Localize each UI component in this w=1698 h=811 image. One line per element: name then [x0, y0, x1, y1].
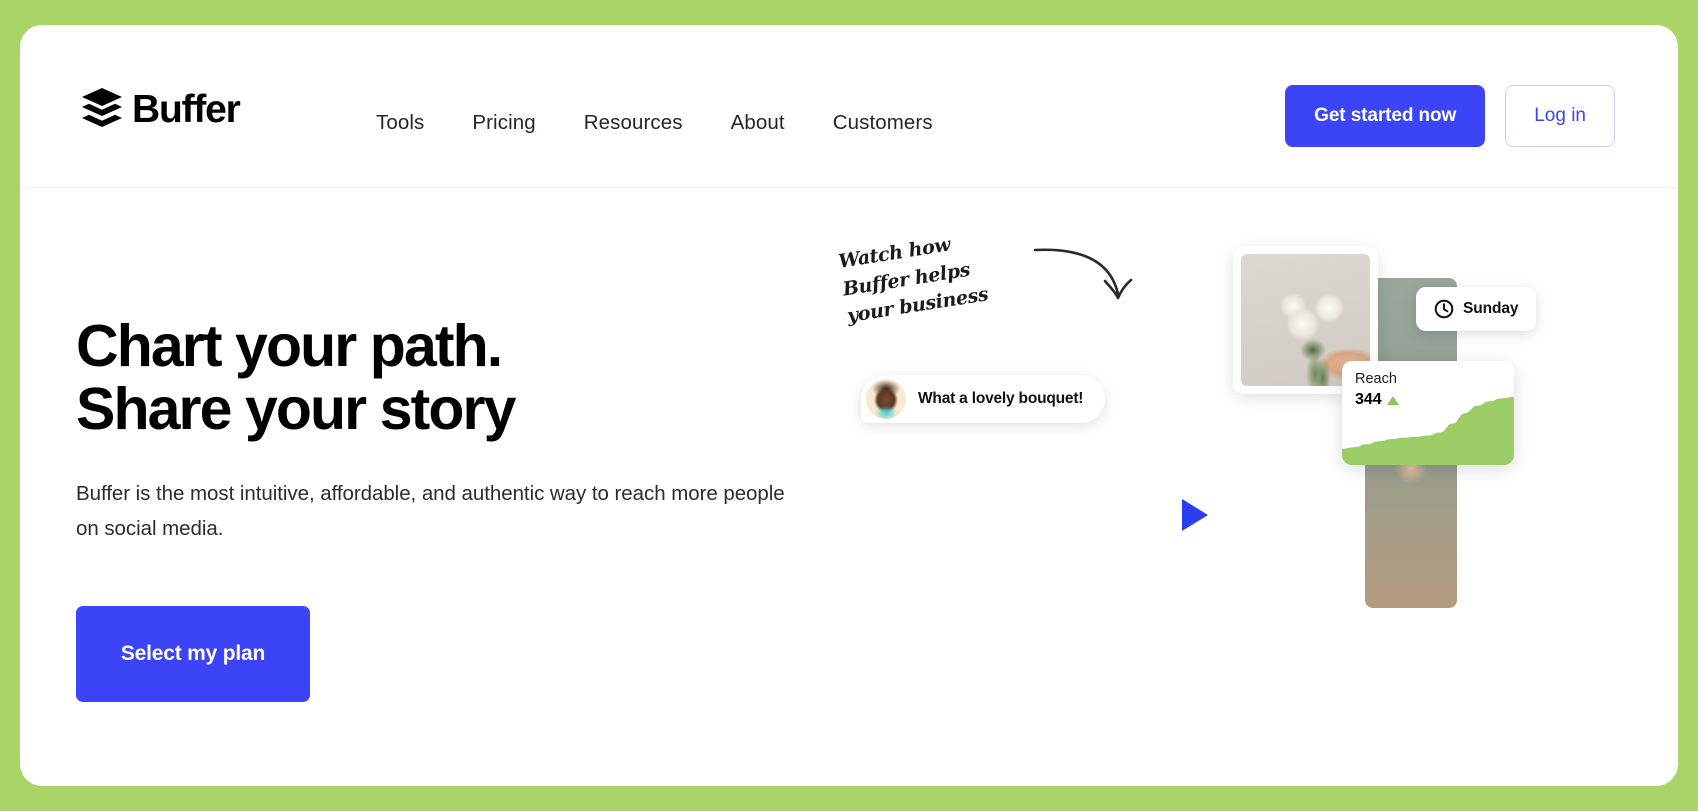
- schedule-badge: Sunday: [1416, 287, 1537, 331]
- play-button[interactable]: [1153, 477, 1229, 553]
- clock-icon: [1434, 299, 1454, 319]
- header-actions: Get started now Log in: [1285, 85, 1615, 147]
- play-triangle-icon: [1182, 499, 1208, 531]
- nav-item-about[interactable]: About: [707, 103, 809, 143]
- nav-item-pricing[interactable]: Pricing: [448, 103, 559, 143]
- page-title: Chart your path. Share your story: [76, 315, 836, 440]
- avatar: [866, 379, 906, 419]
- nav-item-resources[interactable]: Resources: [560, 103, 707, 143]
- get-started-button[interactable]: Get started now: [1285, 85, 1486, 147]
- hero-subtitle: Buffer is the most intuitive, affordable…: [76, 482, 785, 540]
- page-card: Buffer Tools Pricing Resources About Cus…: [20, 25, 1678, 786]
- reach-area-chart: [1342, 396, 1514, 465]
- hero-media: Watch how Buffer helps your business Wha…: [820, 220, 1620, 740]
- buffer-logo[interactable]: Buffer: [81, 87, 241, 131]
- buffer-stacked-layers-icon: [82, 88, 122, 127]
- main-navigation: Tools Pricing Resources About Customers: [352, 103, 957, 143]
- login-button[interactable]: Log in: [1505, 85, 1615, 147]
- select-my-plan-button[interactable]: Select my plan: [76, 605, 310, 702]
- schedule-badge-label: Sunday: [1463, 300, 1519, 317]
- nav-item-customers[interactable]: Customers: [809, 103, 957, 143]
- hero-copy: Chart your path. Share your story Buffer…: [76, 315, 836, 702]
- reach-stat-card: Reach 344: [1342, 361, 1514, 465]
- hero-title-line-1: Chart your path.: [76, 313, 503, 379]
- logo-wordmark: Buffer: [132, 87, 241, 131]
- reach-label: Reach: [1355, 371, 1397, 387]
- comment-text: What a lovely bouquet!: [918, 390, 1084, 407]
- site-header: Buffer Tools Pricing Resources About Cus…: [20, 25, 1678, 188]
- curved-arrow-down-right-icon: [1033, 248, 1133, 300]
- nav-item-tools[interactable]: Tools: [352, 103, 448, 143]
- hero-title-line-2: Share your story: [76, 375, 516, 442]
- comment-bubble: What a lovely bouquet!: [861, 375, 1106, 423]
